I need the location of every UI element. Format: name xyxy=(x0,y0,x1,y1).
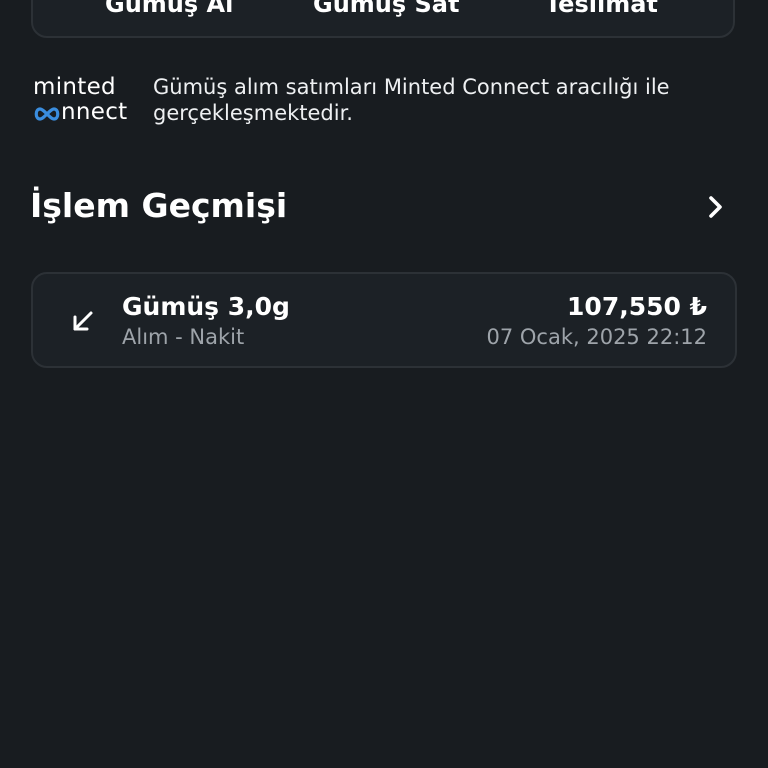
logo-word-connect-suffix: nnect xyxy=(61,99,128,125)
transaction-type: Alım - Nakit xyxy=(122,325,245,349)
minted-connect-info-text: Gümüş alım satımları Minted Connect arac… xyxy=(153,75,670,125)
buy-silver-button[interactable]: Gümüş Al xyxy=(105,0,233,18)
logo-word-minted: minted xyxy=(33,74,116,100)
infinity-logo-icon xyxy=(34,107,60,121)
minted-connect-logo: minted nnect xyxy=(33,74,135,126)
transaction-date: 07 Ocak, 2025 22:12 xyxy=(486,325,708,349)
logo-word-connect: nnect xyxy=(33,99,127,125)
transaction-title: Gümüş 3,0g xyxy=(122,292,290,321)
page: Gümüş Al Gümüş Sat Teslimat minted nnect… xyxy=(0,0,768,768)
chevron-right-icon[interactable] xyxy=(700,190,732,224)
delivery-button[interactable]: Teslimat xyxy=(545,0,658,18)
actions-card: Gümüş Al Gümüş Sat Teslimat xyxy=(31,0,735,38)
sell-silver-button[interactable]: Gümüş Sat xyxy=(313,0,459,18)
transaction-card[interactable]: Gümüş 3,0g Alım - Nakit 107,550 ₺ 07 Oca… xyxy=(31,272,737,368)
transaction-history-title: İşlem Geçmişi xyxy=(30,186,288,225)
arrow-down-left-icon xyxy=(73,311,93,331)
transaction-amount: 107,550 ₺ xyxy=(567,292,707,321)
